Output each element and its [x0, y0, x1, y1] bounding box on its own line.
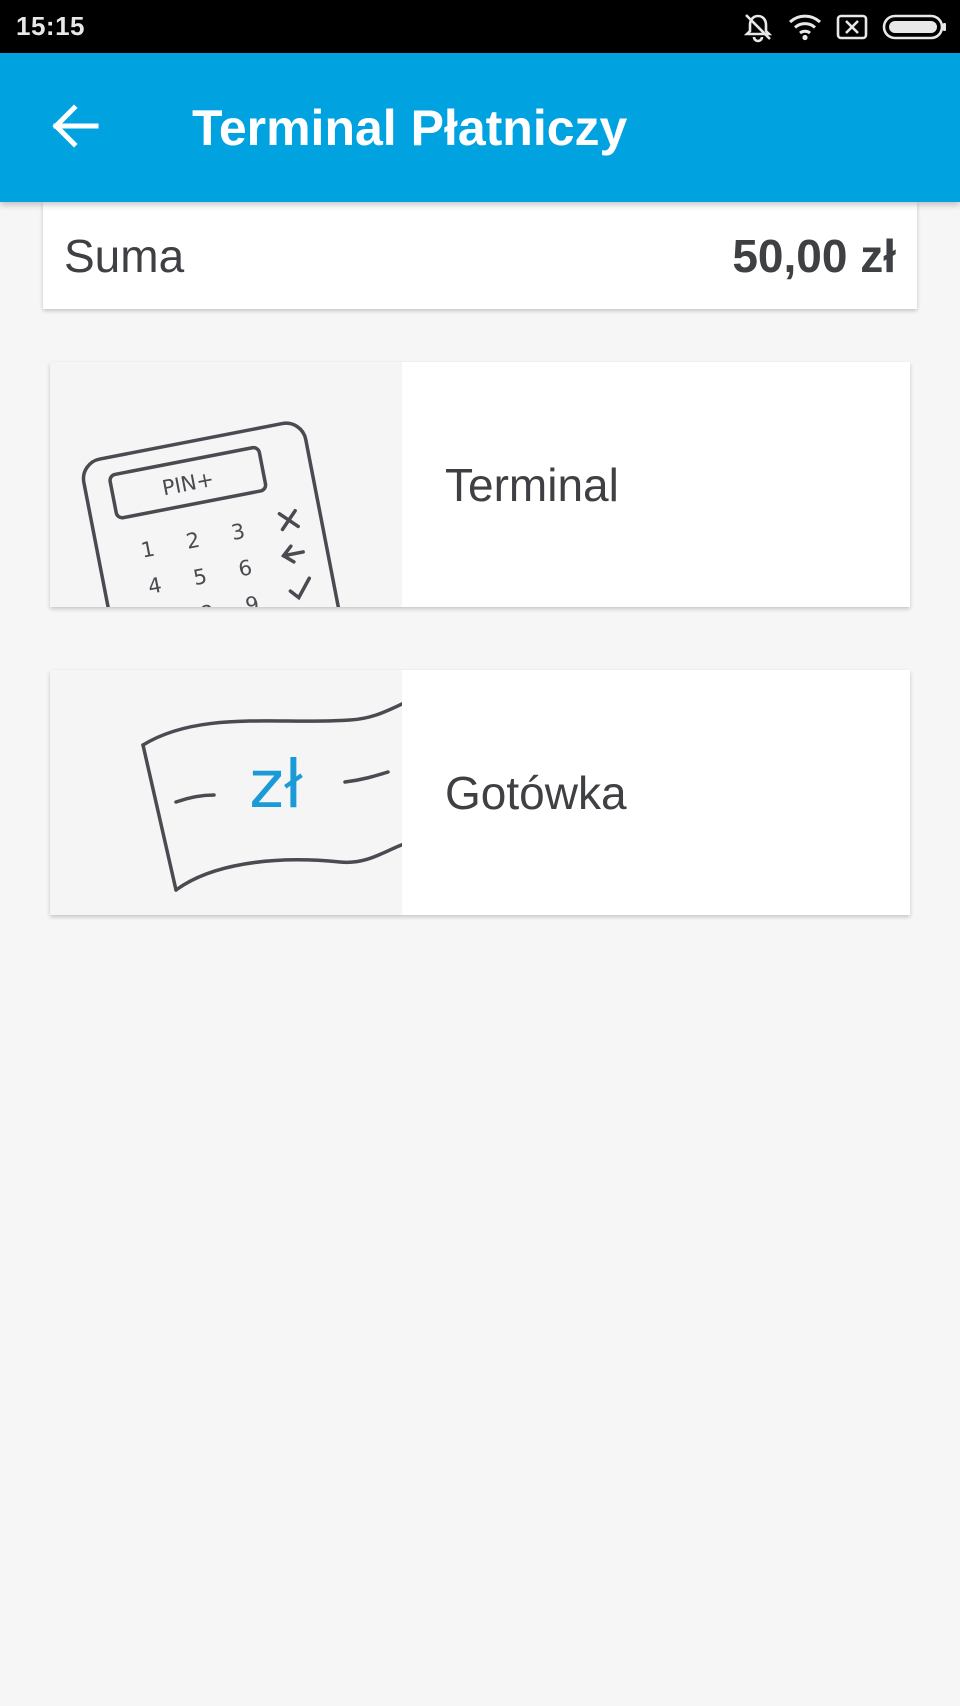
svg-text:9: 9	[243, 592, 261, 607]
status-icons	[742, 8, 948, 46]
status-bar: 15:15	[0, 0, 960, 53]
total-amount: 50,00 zł	[732, 230, 896, 282]
total-summary-card: Suma 50,00 zł	[43, 202, 917, 309]
payment-option-label: Gotówka	[445, 767, 627, 819]
svg-text:8: 8	[198, 600, 216, 607]
svg-text:6: 6	[236, 555, 254, 581]
payment-option-label: Terminal	[445, 459, 619, 511]
card-terminal-icon: PIN+ 1 2 3 4 5 6 7 8 9 0	[50, 362, 402, 607]
total-label: Suma	[64, 230, 185, 282]
svg-text:2: 2	[184, 528, 202, 554]
svg-text:1: 1	[139, 536, 157, 562]
svg-text:4: 4	[146, 573, 164, 599]
svg-text:3: 3	[229, 519, 247, 545]
currency-symbol-text: zł	[249, 746, 303, 823]
svg-text:5: 5	[191, 564, 209, 590]
arrow-left-icon	[52, 103, 100, 153]
payment-option-cash[interactable]: zł Gotówka	[50, 670, 910, 915]
payment-option-terminal[interactable]: PIN+ 1 2 3 4 5 6 7 8 9 0 Terminal	[50, 362, 910, 607]
app-bar: Terminal Płatniczy	[0, 53, 960, 202]
alarm-off-icon	[742, 11, 774, 43]
pin-display-text: PIN+	[160, 467, 216, 501]
page-title: Terminal Płatniczy	[192, 100, 628, 156]
back-button[interactable]	[36, 88, 116, 168]
battery-icon	[882, 13, 948, 41]
sim-off-icon	[836, 13, 868, 41]
wifi-icon	[788, 13, 822, 41]
status-time: 15:15	[16, 11, 85, 41]
banknote-icon: zł	[50, 670, 402, 915]
